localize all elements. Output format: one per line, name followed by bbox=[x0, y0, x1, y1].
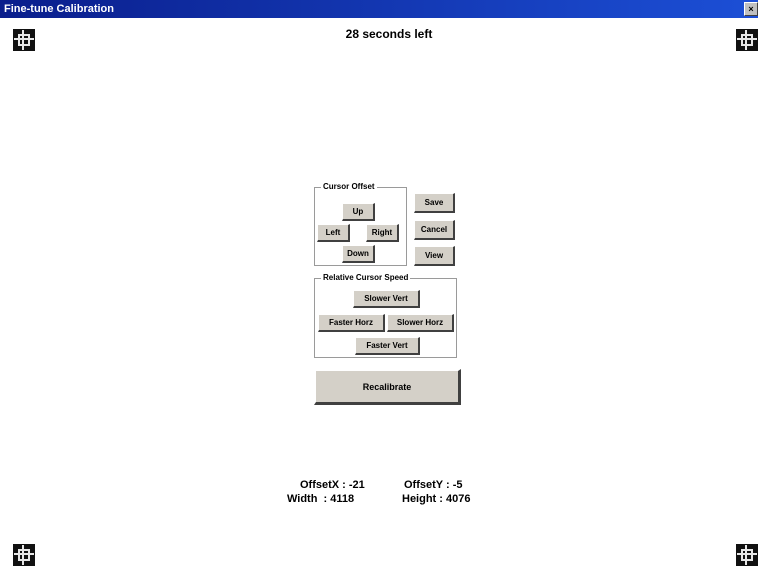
cancel-button[interactable]: Cancel bbox=[414, 220, 455, 240]
cursor-offset-label: Cursor Offset bbox=[321, 180, 377, 194]
offset-down-button[interactable]: Down bbox=[342, 245, 375, 263]
save-button[interactable]: Save bbox=[414, 193, 455, 213]
slower-horz-button[interactable]: Slower Horz bbox=[387, 314, 454, 332]
close-button[interactable]: × bbox=[744, 2, 758, 16]
title-bar: Fine-tune Calibration × bbox=[0, 0, 758, 18]
offset-y-readout: OffsetY : -5 bbox=[404, 479, 463, 491]
slower-vert-button[interactable]: Slower Vert bbox=[353, 290, 420, 308]
faster-horz-button[interactable]: Faster Horz bbox=[318, 314, 385, 332]
width-readout: Width : 4118 bbox=[287, 493, 355, 505]
offset-up-button[interactable]: Up bbox=[342, 203, 375, 221]
calibration-target-bottom-left[interactable] bbox=[13, 544, 35, 566]
relative-cursor-speed-label: Relative Cursor Speed bbox=[321, 271, 411, 285]
offset-right-button[interactable]: Right bbox=[366, 224, 399, 242]
height-readout: Height : 4076 bbox=[402, 493, 471, 505]
faster-vert-button[interactable]: Faster Vert bbox=[355, 337, 420, 355]
offset-left-button[interactable]: Left bbox=[317, 224, 350, 242]
calibration-target-bottom-right[interactable] bbox=[736, 544, 758, 566]
crosshair-icon bbox=[737, 545, 757, 565]
offset-x-readout: OffsetX : -21 bbox=[300, 479, 365, 491]
recalibrate-button[interactable]: Recalibrate bbox=[314, 369, 461, 405]
view-button[interactable]: View bbox=[414, 246, 455, 266]
window-title: Fine-tune Calibration bbox=[4, 3, 114, 15]
crosshair-icon bbox=[14, 545, 34, 565]
countdown-timer: 28 seconds left bbox=[345, 27, 433, 41]
